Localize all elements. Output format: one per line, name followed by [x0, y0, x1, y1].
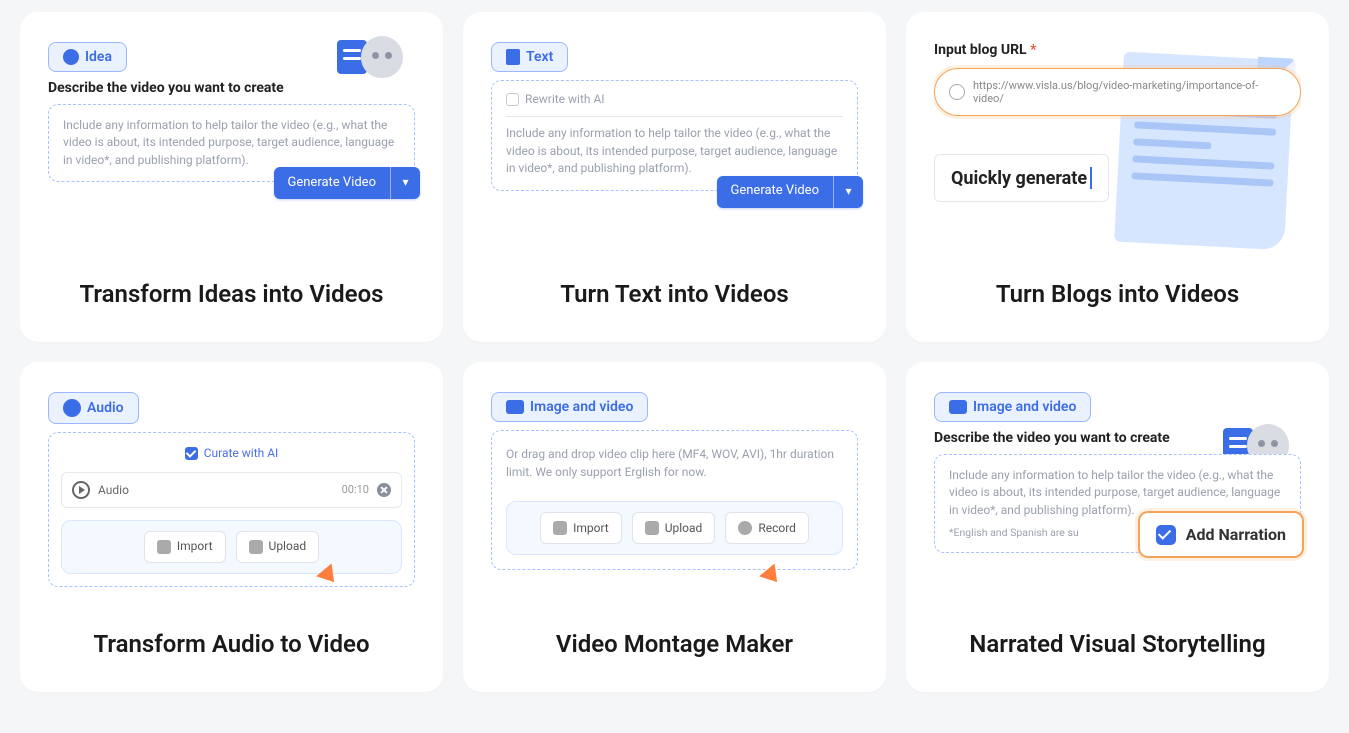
narration-input-area: Include any information to help tailor t…	[934, 454, 1301, 553]
required-asterisk: *	[1030, 42, 1036, 58]
card-montage-title: Video Montage Maker	[491, 630, 858, 658]
import-icon	[157, 540, 171, 554]
card-narration-illustration: Image and video Describe the video you w…	[934, 392, 1301, 602]
import-label: Import	[573, 519, 609, 537]
card-blog-illustration: Input blog URL * https://www.visla.us/bl…	[934, 42, 1301, 252]
text-generate-button[interactable]: Generate Video ▾	[717, 176, 864, 208]
audio-box: Curate with AI Audio 00:10 Import Uploa	[48, 432, 415, 587]
play-icon[interactable]	[72, 481, 90, 499]
url-input-field[interactable]: https://www.visla.us/blog/video-marketin…	[934, 68, 1301, 116]
rewrite-ai-row: Rewrite with AI	[506, 91, 843, 108]
text-tag: Text	[491, 42, 568, 72]
checkbox-checked-icon[interactable]	[185, 447, 198, 460]
robot-icon	[361, 36, 403, 78]
chevron-down-icon[interactable]: ▾	[390, 167, 420, 199]
dragdrop-text: Or drag and drop video clip here (MF4, W…	[506, 447, 834, 479]
idea-generate-button[interactable]: Generate Video ▾	[274, 167, 421, 199]
text-input-area: Rewrite with AI Include any information …	[491, 80, 858, 191]
audio-track-row: Audio 00:10	[61, 472, 402, 508]
card-audio[interactable]: Audio Curate with AI Audio 00:10 Import	[20, 362, 443, 692]
quick-generate-text: Quickly generate	[934, 154, 1109, 202]
audio-wave-icon	[63, 399, 81, 417]
curate-label: Curate with AI	[204, 445, 279, 462]
montage-tag: Image and video	[491, 392, 648, 422]
rewrite-label: Rewrite with AI	[525, 91, 605, 108]
checkbox-checked-icon	[1156, 525, 1176, 545]
audio-time: 00:10	[342, 482, 369, 498]
card-blog-title: Turn Blogs into Videos	[934, 280, 1301, 308]
image-video-icon	[506, 400, 524, 414]
card-blog[interactable]: Input blog URL * https://www.visla.us/bl…	[906, 12, 1329, 342]
checkbox-empty-icon[interactable]	[506, 93, 519, 106]
feature-card-grid: Idea Describe the video you want to crea…	[20, 12, 1329, 692]
idea-tag-label: Idea	[85, 49, 112, 65]
record-icon	[738, 521, 752, 535]
image-video-icon	[949, 400, 967, 414]
upload-label: Upload	[269, 538, 307, 555]
montage-tag-label: Image and video	[530, 399, 633, 415]
narration-tag: Image and video	[934, 392, 1091, 422]
upload-label: Upload	[665, 519, 703, 537]
card-audio-title: Transform Audio to Video	[48, 630, 415, 658]
idea-placeholder: Include any information to help tailor t…	[63, 118, 394, 167]
audio-track-label: Audio	[98, 482, 129, 499]
lightbulb-icon	[63, 49, 79, 65]
card-narration[interactable]: Image and video Describe the video you w…	[906, 362, 1329, 692]
card-idea[interactable]: Idea Describe the video you want to crea…	[20, 12, 443, 342]
quickgen-label: Quickly generate	[951, 168, 1087, 189]
url-label-text: Input blog URL	[934, 42, 1027, 58]
card-idea-title: Transform Ideas into Videos	[48, 280, 415, 308]
card-text-title: Turn Text into Videos	[491, 280, 858, 308]
import-icon	[553, 521, 567, 535]
card-text[interactable]: Text Rewrite with AI Include any informa…	[463, 12, 886, 342]
card-audio-illustration: Audio Curate with AI Audio 00:10 Import	[48, 392, 415, 602]
upload-icon	[249, 540, 263, 554]
audio-button-row: Import Upload	[61, 520, 402, 573]
dragdrop-area[interactable]: Or drag and drop video clip here (MF4, W…	[491, 430, 858, 570]
card-text-illustration: Text Rewrite with AI Include any informa…	[491, 42, 858, 252]
remove-icon[interactable]	[377, 483, 391, 497]
file-text-icon	[506, 49, 520, 65]
card-montage[interactable]: Image and video Or drag and drop video c…	[463, 362, 886, 692]
text-placeholder: Include any information to help tailor t…	[506, 126, 837, 175]
narration-tag-label: Image and video	[973, 399, 1076, 415]
url-input-label: Input blog URL *	[934, 42, 1301, 58]
link-icon	[949, 84, 965, 100]
url-value: https://www.visla.us/blog/video-marketin…	[973, 79, 1286, 105]
add-narration-pill[interactable]: Add Narration	[1138, 511, 1304, 558]
card-idea-illustration: Idea Describe the video you want to crea…	[48, 42, 415, 252]
text-generate-label: Generate Video	[717, 176, 834, 208]
upload-button[interactable]: Upload	[632, 512, 716, 544]
curate-row: Curate with AI	[61, 445, 402, 462]
narration-placeholder: Include any information to help tailor t…	[949, 468, 1280, 517]
record-button[interactable]: Record	[725, 512, 809, 544]
audio-tag: Audio	[48, 392, 139, 424]
text-cursor-icon	[1090, 167, 1092, 189]
doc-robot-decor	[337, 36, 403, 78]
montage-button-row: Import Upload Record	[506, 501, 843, 555]
import-button[interactable]: Import	[540, 512, 622, 544]
idea-input-area: Include any information to help tailor t…	[48, 104, 415, 182]
card-narration-title: Narrated Visual Storytelling	[934, 630, 1301, 658]
chevron-down-icon[interactable]: ▾	[833, 176, 863, 208]
record-label: Record	[758, 519, 796, 537]
card-montage-illustration: Image and video Or drag and drop video c…	[491, 392, 858, 602]
upload-icon	[645, 521, 659, 535]
idea-subhead: Describe the video you want to create	[48, 80, 415, 96]
add-narration-label: Add Narration	[1186, 523, 1286, 546]
idea-generate-label: Generate Video	[274, 167, 391, 199]
upload-button[interactable]: Upload	[236, 531, 320, 562]
audio-tag-label: Audio	[87, 400, 124, 416]
text-tag-label: Text	[526, 49, 553, 65]
import-label: Import	[177, 538, 213, 555]
import-button[interactable]: Import	[144, 531, 226, 562]
idea-tag: Idea	[48, 42, 127, 72]
